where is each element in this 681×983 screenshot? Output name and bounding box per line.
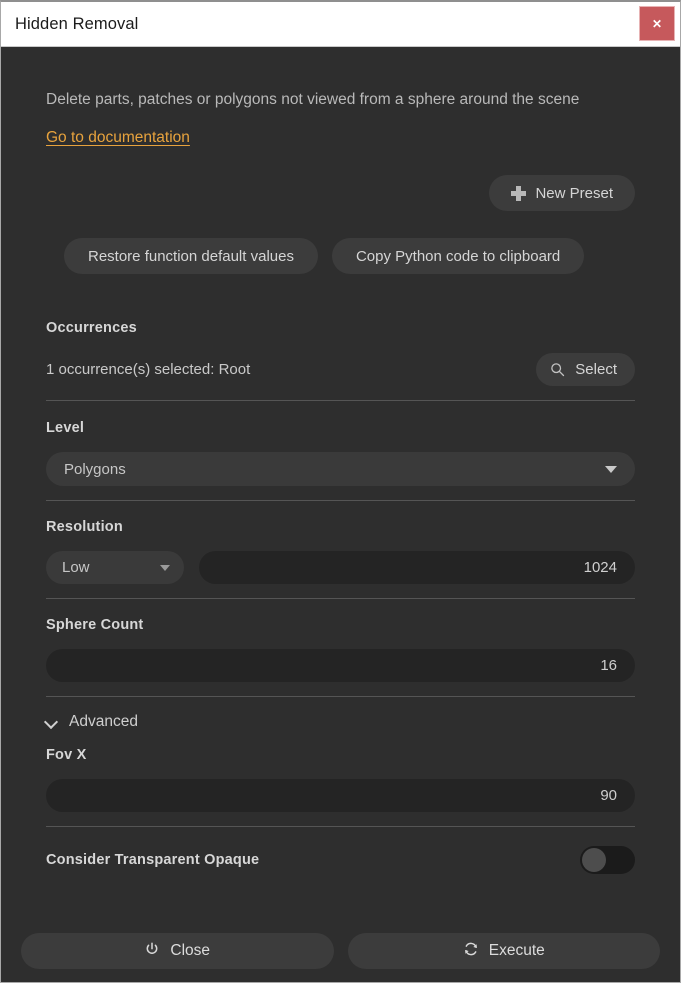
divider (46, 826, 635, 827)
function-description: Delete parts, patches or polygons not vi… (46, 47, 606, 111)
sphere-count-section: Sphere Count 16 (46, 611, 635, 697)
fov-x-section: Fov X 90 (46, 741, 635, 827)
refresh-icon (463, 941, 479, 962)
power-icon (144, 941, 160, 962)
divider (46, 500, 635, 501)
resolution-value: 1024 (584, 559, 617, 576)
window-title: Hidden Removal (1, 2, 138, 46)
level-section: Level Polygons (46, 414, 635, 501)
title-bar: Hidden Removal ✕ (1, 2, 680, 47)
toggle-knob (582, 848, 606, 872)
select-button-label: Select (575, 361, 617, 378)
occurrences-value: 1 occurrence(s) selected: Root (46, 361, 250, 378)
search-icon (550, 362, 565, 377)
resolution-label: Resolution (46, 519, 635, 535)
transparent-opaque-label: Consider Transparent Opaque (46, 852, 259, 868)
occurrences-row: 1 occurrence(s) selected: Root Select (46, 353, 635, 386)
occurrences-label: Occurrences (46, 320, 635, 336)
chevron-down-icon (605, 466, 617, 473)
transparent-opaque-row: Consider Transparent Opaque (46, 846, 635, 874)
execute-button[interactable]: Execute (348, 933, 661, 969)
hidden-removal-dialog: Hidden Removal ✕ Delete parts, patches o… (0, 0, 681, 983)
fov-x-value: 90 (600, 787, 617, 804)
level-dropdown[interactable]: Polygons (46, 452, 635, 486)
new-preset-button[interactable]: New Preset (489, 175, 635, 211)
sphere-count-value: 16 (600, 657, 617, 674)
documentation-link[interactable]: Go to documentation (46, 129, 190, 147)
function-actions-toolbar: Restore function default values Copy Pyt… (46, 238, 635, 274)
resolution-input[interactable]: 1024 (199, 551, 635, 584)
level-value: Polygons (64, 461, 126, 478)
plus-icon (511, 186, 526, 201)
resolution-section: Resolution Low 1024 (46, 513, 635, 599)
execute-button-label: Execute (489, 942, 545, 960)
level-label: Level (46, 420, 635, 436)
divider (46, 400, 635, 401)
close-window-button[interactable]: ✕ (639, 6, 675, 41)
close-icon: ✕ (652, 17, 662, 31)
preset-toolbar: New Preset (46, 175, 635, 211)
transparent-opaque-toggle[interactable] (580, 846, 635, 874)
occurrences-section: Occurrences 1 occurrence(s) selected: Ro… (46, 314, 635, 401)
divider (46, 598, 635, 599)
dialog-footer: Close Execute (1, 920, 680, 982)
resolution-preset-value: Low (62, 559, 90, 576)
chevron-down-icon (160, 565, 170, 571)
fov-x-label: Fov X (46, 747, 635, 763)
resolution-preset-dropdown[interactable]: Low (46, 551, 184, 584)
fov-x-input[interactable]: 90 (46, 779, 635, 812)
copy-python-button[interactable]: Copy Python code to clipboard (332, 238, 584, 274)
advanced-section-toggle[interactable]: Advanced (46, 713, 635, 731)
sphere-count-input[interactable]: 16 (46, 649, 635, 682)
resolution-row: Low 1024 (46, 551, 635, 584)
chevron-down-icon (46, 716, 58, 728)
restore-defaults-button[interactable]: Restore function default values (64, 238, 318, 274)
advanced-label: Advanced (69, 713, 138, 731)
dialog-body: Delete parts, patches or polygons not vi… (1, 47, 680, 920)
close-button[interactable]: Close (21, 933, 334, 969)
divider (46, 696, 635, 697)
select-occurrences-button[interactable]: Select (536, 353, 635, 386)
sphere-count-label: Sphere Count (46, 617, 635, 633)
new-preset-label: New Preset (535, 185, 613, 202)
close-button-label: Close (170, 942, 210, 960)
